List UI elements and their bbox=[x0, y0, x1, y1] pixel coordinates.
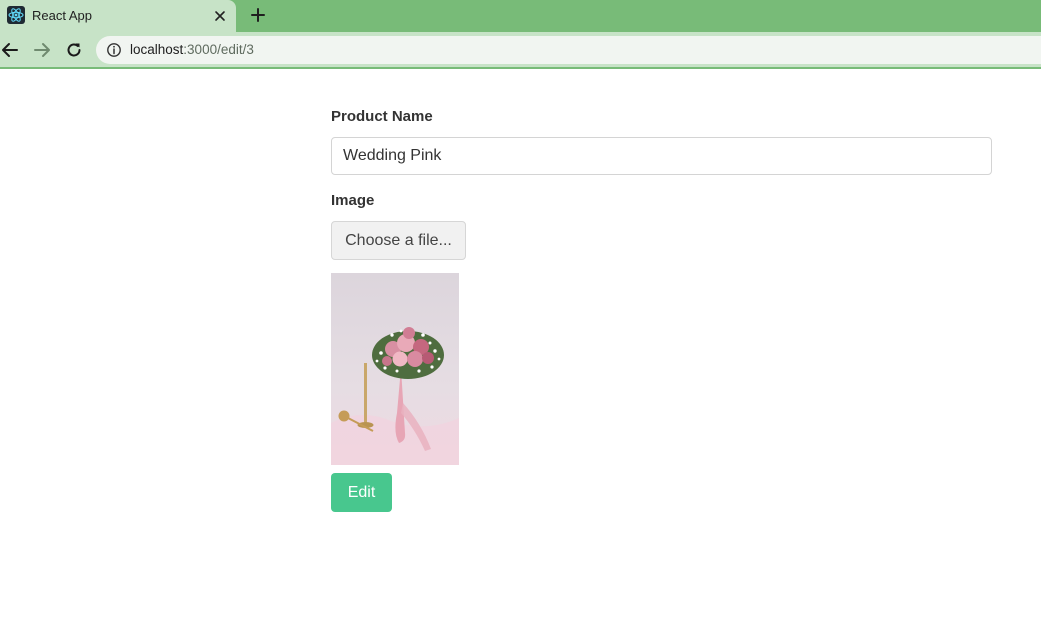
reload-icon[interactable] bbox=[64, 40, 84, 60]
react-logo-icon bbox=[7, 6, 25, 24]
browser-tab[interactable]: React App bbox=[0, 0, 236, 32]
toolbar-divider bbox=[0, 67, 1041, 69]
info-icon[interactable] bbox=[106, 42, 122, 58]
url-text: localhost:3000/edit/3 bbox=[130, 42, 254, 57]
plus-icon[interactable] bbox=[248, 5, 268, 25]
choose-file-button[interactable]: Choose a file... bbox=[331, 221, 466, 260]
url-host: localhost bbox=[130, 42, 184, 57]
image-label: Image bbox=[331, 192, 375, 209]
close-icon[interactable] bbox=[212, 8, 228, 24]
product-image-preview bbox=[331, 273, 459, 465]
tab-title: React App bbox=[32, 8, 92, 23]
product-name-label: Product Name bbox=[331, 108, 433, 125]
product-name-input[interactable] bbox=[331, 137, 992, 175]
address-bar[interactable]: localhost:3000/edit/3 bbox=[96, 36, 1041, 64]
arrow-left-icon[interactable] bbox=[0, 40, 20, 60]
edit-button[interactable]: Edit bbox=[331, 473, 392, 512]
arrow-right-icon[interactable] bbox=[32, 40, 52, 60]
tab-strip: React App bbox=[0, 0, 1041, 32]
url-path: :3000/edit/3 bbox=[183, 42, 254, 57]
